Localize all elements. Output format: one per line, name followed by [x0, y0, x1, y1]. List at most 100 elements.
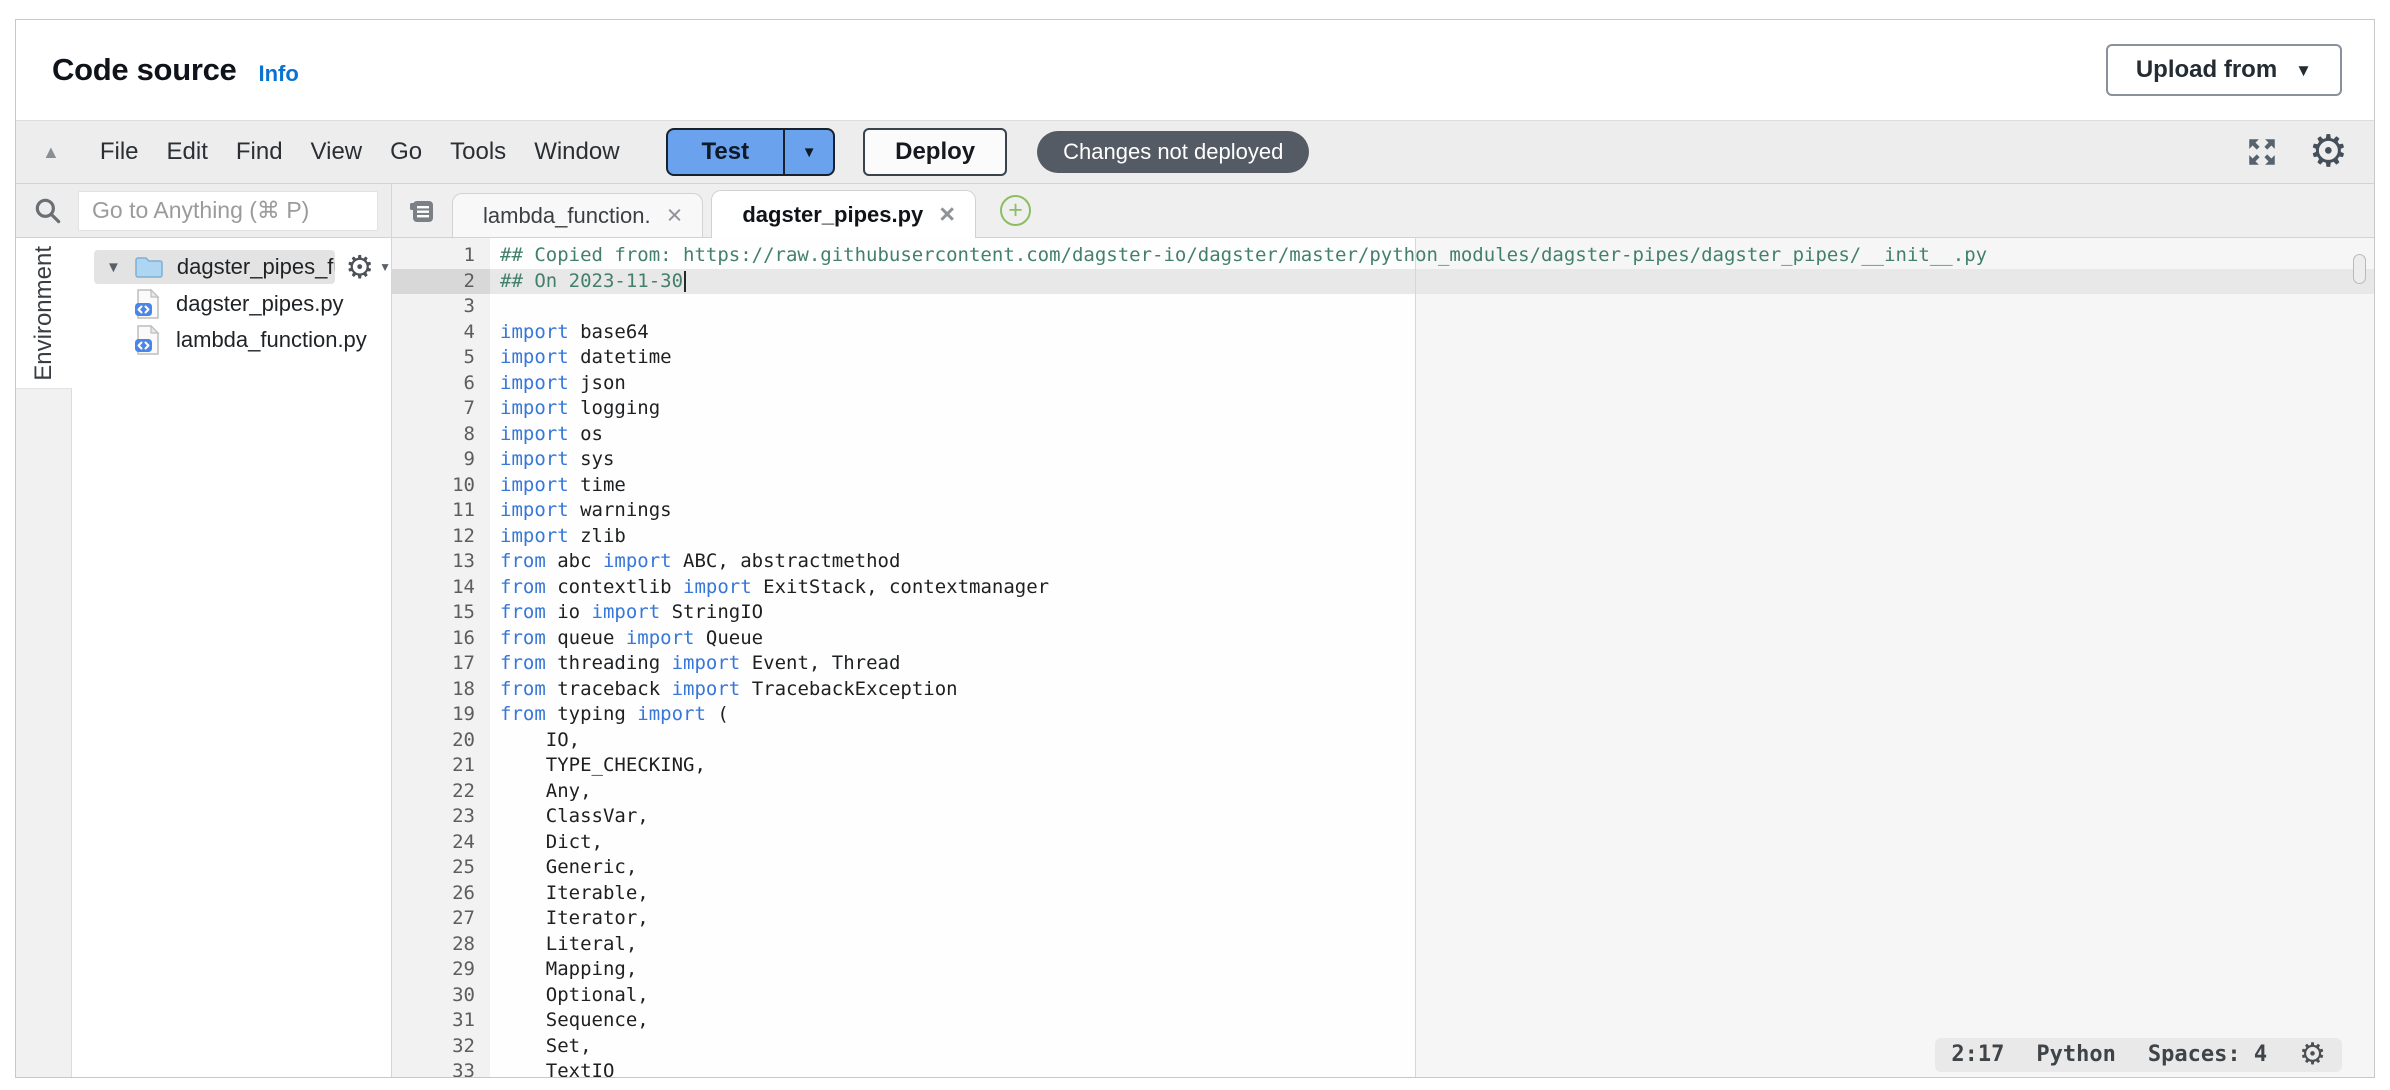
menu-go[interactable]: Go	[376, 138, 436, 166]
code-line[interactable]: TYPE_CHECKING,	[490, 753, 2374, 779]
gutter-line-number[interactable]: 28	[392, 932, 490, 958]
search-input[interactable]	[78, 191, 378, 231]
test-button[interactable]: Test	[668, 130, 786, 174]
code-line[interactable]: Generic,	[490, 855, 2374, 881]
code-text: TracebackException	[740, 678, 957, 700]
close-icon[interactable]: ×	[939, 201, 955, 228]
gutter-line-number[interactable]: 10	[392, 473, 490, 499]
code-line[interactable]: Literal,	[490, 932, 2374, 958]
gutter-line-number[interactable]: 13	[392, 549, 490, 575]
gutter-line-number[interactable]: 24	[392, 830, 490, 856]
gutter-line-number[interactable]: 21	[392, 753, 490, 779]
add-tab-icon[interactable]: +	[1000, 195, 1031, 226]
gutter-line-number[interactable]: 9	[392, 447, 490, 473]
gutter-line-number[interactable]: 23	[392, 804, 490, 830]
gutter-line-number[interactable]: 22	[392, 779, 490, 805]
cursor-position[interactable]: 2:17	[1951, 1042, 2004, 1068]
code-line[interactable]: Optional,	[490, 983, 2374, 1009]
code-line[interactable]: import base64	[490, 320, 2374, 346]
gutter-line-number[interactable]: 20	[392, 728, 490, 754]
code-line[interactable]: from abc import ABC, abstractmethod	[490, 549, 2374, 575]
code-line[interactable]: import zlib	[490, 524, 2374, 550]
code-line[interactable]: from typing import (	[490, 702, 2374, 728]
gutter-line-number[interactable]: 1	[392, 243, 490, 269]
upload-from-button[interactable]: Upload from ▼	[2106, 44, 2342, 96]
tree-folder-item[interactable]: ▼ dagster_pipes_funct	[94, 250, 335, 284]
test-options-button[interactable]: ▼	[785, 130, 833, 174]
code-line[interactable]: Mapping,	[490, 957, 2374, 983]
menu-file[interactable]: File	[86, 138, 153, 166]
code-line[interactable]: from threading import Event, Thread	[490, 651, 2374, 677]
menu-window[interactable]: Window	[520, 138, 633, 166]
gutter-line-number[interactable]: 32	[392, 1034, 490, 1060]
collapse-panel-icon[interactable]: ▲	[42, 142, 60, 163]
settings-gear-icon[interactable]: ⚙	[2309, 130, 2348, 174]
gutter-line-number[interactable]: 3	[392, 294, 490, 320]
menu-tools[interactable]: Tools	[436, 138, 520, 166]
menu-view[interactable]: View	[297, 138, 377, 166]
menu-edit[interactable]: Edit	[153, 138, 222, 166]
gutter-line-number[interactable]: 2	[392, 269, 490, 295]
code-line[interactable]: import warnings	[490, 498, 2374, 524]
gutter-line-number[interactable]: 14	[392, 575, 490, 601]
gutter-line-number[interactable]: 15	[392, 600, 490, 626]
gutter-line-number[interactable]: 29	[392, 957, 490, 983]
gutter-line-number[interactable]: 6	[392, 371, 490, 397]
code-line[interactable]: import datetime	[490, 345, 2374, 371]
code-line[interactable]: IO,	[490, 728, 2374, 754]
gutter-line-number[interactable]: 19	[392, 702, 490, 728]
code-line[interactable]: Any,	[490, 779, 2374, 805]
gutter-line-number[interactable]: 12	[392, 524, 490, 550]
gutter-line-number[interactable]: 26	[392, 881, 490, 907]
gutter-line-number[interactable]: 33	[392, 1059, 490, 1077]
code-line[interactable]: Iterable,	[490, 881, 2374, 907]
code-line[interactable]: ## Copied from: https://raw.githubuserco…	[490, 243, 2374, 269]
gutter-line-number[interactable]: 4	[392, 320, 490, 346]
fullscreen-icon[interactable]	[2245, 135, 2279, 169]
gutter-line-number[interactable]: 8	[392, 422, 490, 448]
tree-file-item[interactable]: dagster_pipes.py	[72, 286, 391, 322]
code-line[interactable]: ## On 2023-11-30	[490, 269, 2374, 295]
gutter-line-number[interactable]: 27	[392, 906, 490, 932]
gutter-line-number[interactable]: 17	[392, 651, 490, 677]
code-line[interactable]: Iterator,	[490, 906, 2374, 932]
tree-file-item[interactable]: lambda_function.py	[72, 322, 391, 358]
gutter-line-number[interactable]: 30	[392, 983, 490, 1009]
code-line[interactable]: from queue import Queue	[490, 626, 2374, 652]
code-line[interactable]: from io import StringIO	[490, 600, 2374, 626]
menu-find[interactable]: Find	[222, 138, 297, 166]
gutter-line-number[interactable]: 31	[392, 1008, 490, 1034]
code-line[interactable]	[490, 294, 2374, 320]
code-area[interactable]: ## Copied from: https://raw.githubuserco…	[490, 238, 2374, 1077]
folder-settings-button[interactable]: ⚙ ▼	[345, 251, 391, 283]
close-icon[interactable]: ×	[667, 202, 683, 229]
code-keyword: import	[500, 372, 569, 394]
code-line[interactable]: import os	[490, 422, 2374, 448]
file-list-icon[interactable]	[408, 197, 436, 225]
tab-lambda-function[interactable]: lambda_function. ×	[452, 193, 703, 237]
deploy-button[interactable]: Deploy	[863, 128, 1007, 176]
gutter-line-number[interactable]: 18	[392, 677, 490, 703]
code-line[interactable]: from traceback import TracebackException	[490, 677, 2374, 703]
language-mode[interactable]: Python	[2036, 1042, 2115, 1068]
tab-environment[interactable]: Environment	[16, 238, 72, 388]
code-line[interactable]: import json	[490, 371, 2374, 397]
code-line[interactable]: import sys	[490, 447, 2374, 473]
tab-dagster-pipes[interactable]: dagster_pipes.py ×	[711, 190, 976, 238]
code-line[interactable]: Dict,	[490, 830, 2374, 856]
code-line[interactable]: Sequence,	[490, 1008, 2374, 1034]
info-link[interactable]: Info	[258, 61, 298, 87]
gutter-line-number[interactable]: 16	[392, 626, 490, 652]
search-icon[interactable]	[32, 195, 64, 227]
gutter-line-number[interactable]: 7	[392, 396, 490, 422]
gutter-line-number[interactable]: 25	[392, 855, 490, 881]
code-line[interactable]: ClassVar,	[490, 804, 2374, 830]
code-line[interactable]: from contextlib import ExitStack, contex…	[490, 575, 2374, 601]
code-line[interactable]: import logging	[490, 396, 2374, 422]
gutter-line-number[interactable]: 5	[392, 345, 490, 371]
vertical-scrollbar-thumb[interactable]	[2353, 254, 2366, 284]
indentation-setting[interactable]: Spaces: 4	[2148, 1042, 2267, 1068]
editor-settings-gear-icon[interactable]: ⚙	[2299, 1040, 2326, 1070]
gutter-line-number[interactable]: 11	[392, 498, 490, 524]
code-line[interactable]: import time	[490, 473, 2374, 499]
